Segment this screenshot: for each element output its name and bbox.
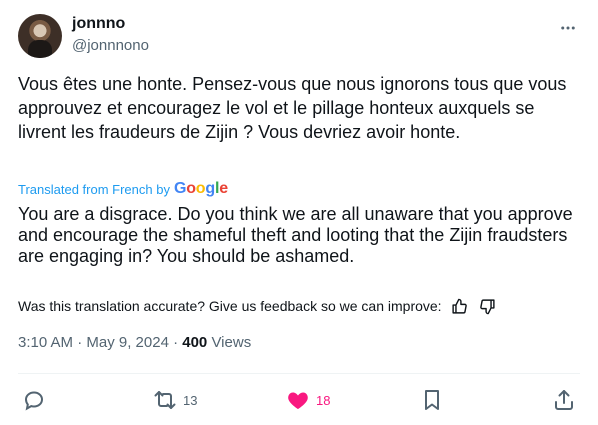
share-icon: [555, 390, 573, 410]
thumbs-down-button[interactable]: [478, 296, 498, 316]
tweet-meta: 3:10 AM · May 9, 2024 · 400 Views: [18, 334, 251, 351]
divider: [18, 373, 580, 374]
retweet-count: 13: [183, 392, 198, 408]
views-label: Views: [207, 334, 252, 351]
original-tweet-text: Vous êtes une honte. Pensez-vous que nou…: [18, 74, 567, 142]
author-name[interactable]: jonnno: [72, 15, 125, 33]
google-logo: Google: [173, 180, 228, 197]
tweet-header: jonnno @jonnnono: [18, 12, 584, 60]
translated-tweet-text: You are a disgrace. Do you think we are …: [18, 204, 573, 266]
action-bar: 13 18: [22, 386, 578, 414]
retweet-icon: [154, 391, 176, 409]
thumbs-down-icon: [480, 298, 495, 314]
views-count: 400: [182, 334, 208, 351]
like-count: 18: [316, 392, 331, 408]
translation-feedback: Was this translation accurate? Give us f…: [18, 296, 498, 316]
author-handle[interactable]: @jonnnono: [72, 37, 149, 54]
timestamp[interactable]: 3:10 AM · May 9, 2024 ·: [18, 334, 182, 351]
more-icon: [561, 26, 575, 30]
retweet-button[interactable]: 13: [153, 386, 197, 414]
thumbs-up-button[interactable]: [450, 296, 470, 316]
translation-attribution[interactable]: Translated from French by Google: [18, 180, 228, 198]
translated-from-label: Translated from French by: [18, 181, 170, 197]
reply-icon: [24, 391, 44, 411]
share-button[interactable]: [552, 386, 576, 414]
heart-icon: [288, 392, 308, 409]
reply-button[interactable]: [22, 386, 46, 414]
avatar[interactable]: [18, 14, 62, 58]
feedback-prompt: Was this translation accurate? Give us f…: [18, 298, 442, 314]
thumbs-up-icon: [452, 298, 467, 314]
bookmark-button[interactable]: [420, 386, 444, 414]
bookmark-icon: [425, 390, 439, 410]
like-button[interactable]: 18: [286, 386, 330, 414]
more-button[interactable]: [556, 16, 580, 40]
